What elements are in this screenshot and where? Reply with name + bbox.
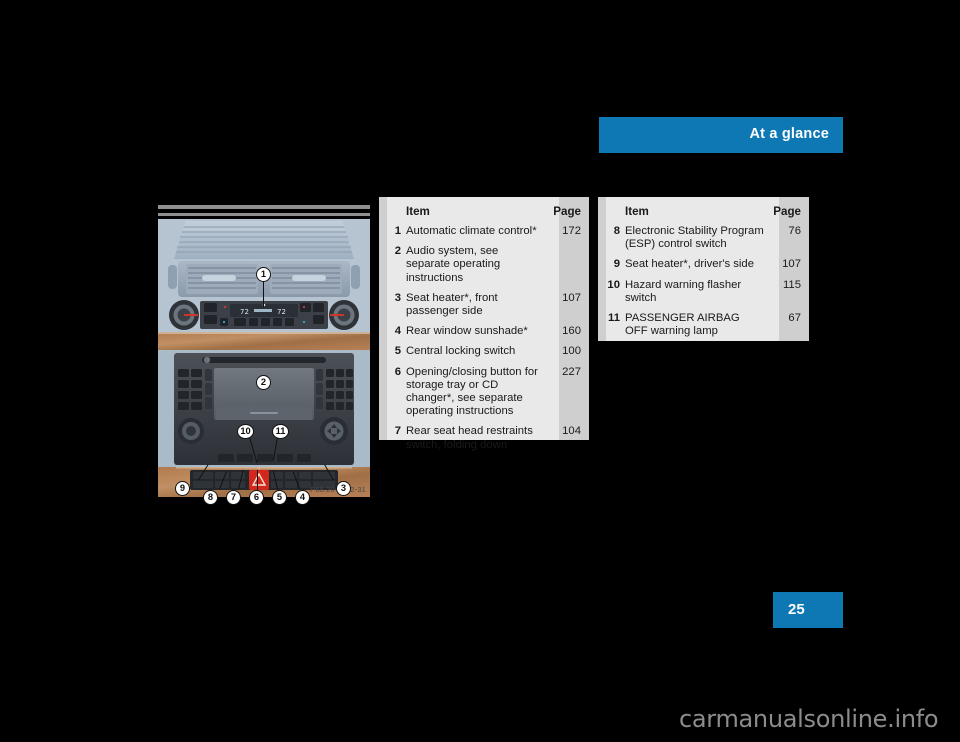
row-item: Central locking switch: [406, 345, 516, 358]
row-number: 10: [607, 278, 620, 291]
table-left: Item Page 1 Automatic climate control* 1…: [379, 197, 589, 457]
items-table-left: Item Page 1 Automatic climate control* 1…: [379, 197, 589, 451]
row-page: 227: [562, 365, 581, 378]
callout-10: 10: [237, 424, 254, 439]
row-item: Rear seat head restraints switch, foldin…: [406, 425, 533, 451]
table-header-row: Item Page: [379, 197, 589, 225]
row-item: Audio system, see separate operating ins…: [406, 245, 501, 284]
table-row: 8 Electronic Stability Program (ESP) con…: [598, 225, 809, 256]
callout-9: 9: [175, 481, 190, 496]
col-item-header: Item: [625, 205, 649, 218]
items-table-right: Item Page 8 Electronic Stability Program…: [598, 197, 809, 341]
row-page: [551, 243, 589, 290]
col-number: [379, 197, 406, 225]
row-item: Electronic Stability Program (ESP) contr…: [625, 225, 764, 251]
row-number: 1: [394, 225, 401, 237]
callout-1: 1: [256, 267, 271, 282]
col-item-header: Item: [406, 205, 430, 218]
callout-2: 2: [256, 375, 271, 390]
svg-text:72: 72: [277, 308, 286, 316]
callout-8: 8: [203, 490, 218, 505]
figure-rule-top: [158, 205, 370, 209]
col-page-header: Page: [553, 205, 581, 218]
callout-6: 6: [249, 490, 264, 505]
table-row: 4 Rear window sunshade* 160: [379, 323, 589, 343]
row-page: 100: [562, 345, 581, 358]
page-number-box: 25: [773, 592, 843, 628]
table-row: 11 PASSENGER AIRBAG OFF warning lamp 67: [598, 310, 809, 343]
table-right: Item Page 8 Electronic Stability Program…: [598, 197, 809, 343]
table-row: 10 Hazard warning flasher switch 115: [598, 277, 809, 310]
row-number: 2: [394, 245, 401, 258]
callout-3: 3: [336, 481, 351, 496]
row-item: Opening/closing button for storage tray …: [406, 365, 538, 418]
row-page: 67: [788, 312, 801, 325]
row-number: 9: [613, 258, 620, 271]
row-item: PASSENGER AIRBAG OFF warning lamp: [625, 312, 740, 338]
row-page: 104: [562, 425, 581, 438]
site-watermark: carmanualsonline.info: [679, 705, 939, 733]
col-page-header: Page: [773, 205, 801, 218]
row-number: 5: [394, 345, 401, 358]
row-page: 172: [562, 225, 581, 237]
table-header-row: Item Page: [598, 197, 809, 225]
table-row: 9 Seat heater*, driver's side 107: [598, 256, 809, 276]
section-banner: At a glance: [599, 117, 843, 153]
row-page: 76: [788, 225, 801, 237]
page-number: 25: [788, 601, 805, 618]
leader-line-1: [263, 279, 265, 307]
row-number: 6: [394, 365, 401, 378]
manual-page: At a glance 72 72 1 2 10 11 9 8 7 6 5 4 …: [0, 0, 960, 742]
table-row: 5 Central locking switch 100: [379, 343, 589, 363]
figure-rule-bottom: [158, 213, 370, 216]
row-item: Seat heater*, driver's side: [625, 258, 754, 271]
callout-11: 11: [272, 424, 289, 439]
console-image: 72 72: [158, 219, 370, 497]
row-number: 3: [394, 291, 401, 304]
row-number: 11: [608, 312, 620, 325]
row-item: Rear window sunshade*: [406, 325, 528, 338]
table-head-left: Item Page: [379, 197, 589, 225]
row-item: Hazard warning flasher switch: [625, 278, 742, 304]
table-row: 2 Audio system, see separate operating i…: [379, 243, 589, 290]
table-body-left: 1 Automatic climate control* 172 2 Audio…: [379, 225, 589, 457]
table-row: 3 Seat heater*, front passenger side 107: [379, 290, 589, 323]
table-row: 6 Opening/closing button for storage tra…: [379, 364, 589, 424]
svg-text:72: 72: [240, 308, 249, 316]
row-page: 115: [782, 278, 801, 291]
row-page: 107: [562, 291, 581, 304]
section-title: At a glance: [749, 126, 829, 142]
callout-5: 5: [272, 490, 287, 505]
table-row: 1 Automatic climate control* 172: [379, 225, 589, 243]
callout-7: 7: [226, 490, 241, 505]
col-number: [598, 197, 625, 225]
row-number: 8: [613, 225, 620, 237]
row-item: Seat heater*, front passenger side: [406, 291, 498, 318]
row-page: 107: [782, 258, 801, 271]
table-row: 7 Rear seat head restraints switch, fold…: [379, 423, 589, 456]
row-number: 4: [394, 325, 401, 338]
figure-center-console: 72 72 1 2 10 11 9 8 7 6 5 4 3: [158, 205, 370, 505]
console-svg: 72 72: [158, 219, 370, 497]
table-body-right: 8 Electronic Stability Program (ESP) con…: [598, 225, 809, 343]
leader-line-6: [257, 470, 259, 490]
row-number: 7: [394, 425, 401, 438]
table-head-right: Item Page: [598, 197, 809, 225]
row-item: Automatic climate control*: [406, 225, 537, 237]
row-page: 160: [562, 325, 581, 338]
callout-4: 4: [295, 490, 310, 505]
